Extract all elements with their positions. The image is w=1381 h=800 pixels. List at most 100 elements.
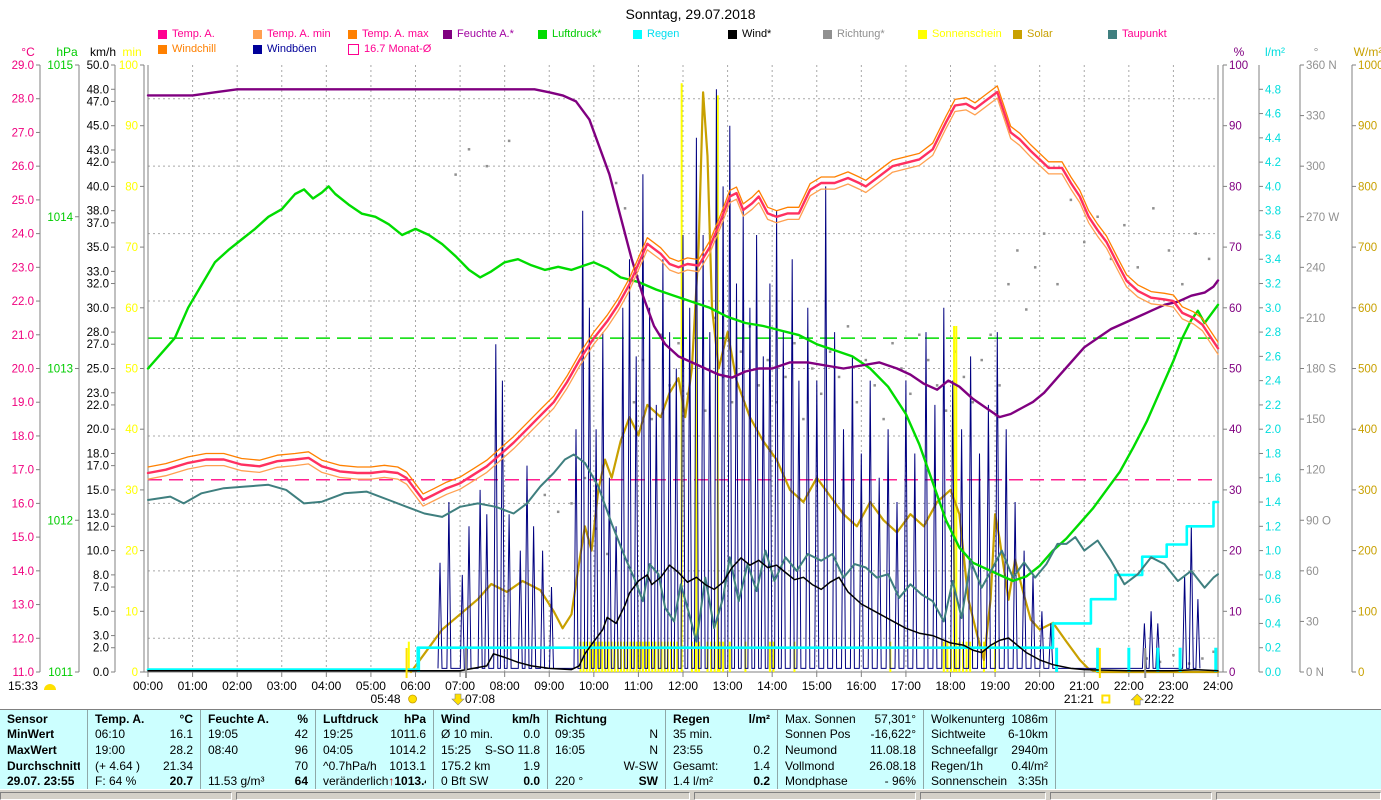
cell-label: 16:05 xyxy=(555,742,586,757)
marker-time: 07:08 xyxy=(465,692,495,706)
table-row: Neumond 11.08.18 xyxy=(785,742,916,758)
column-title: Feuchte A. xyxy=(208,711,269,726)
axis-unit-temp: °C xyxy=(21,45,35,59)
svg-text:10: 10 xyxy=(1229,606,1242,618)
table-row: 35 min. xyxy=(673,727,770,743)
axis-unit-deg: ° xyxy=(1314,45,1319,59)
status-bar-segment xyxy=(0,792,232,800)
svg-text:29.0: 29.0 xyxy=(12,60,34,72)
cell-label: 19:25 xyxy=(323,727,354,742)
table-header: Richtung xyxy=(555,711,658,727)
svg-text:13.0: 13.0 xyxy=(87,509,109,521)
svg-text:30.0: 30.0 xyxy=(87,303,109,315)
table-row: 175.2 km 1.9 xyxy=(441,758,540,774)
table-row-label: 29.07. 23:55 xyxy=(7,774,75,789)
table-row: 08:40 96 xyxy=(208,742,308,758)
svg-text:270 W: 270 W xyxy=(1306,212,1339,224)
table-row-label: MinWert xyxy=(7,727,55,742)
svg-text:4.8: 4.8 xyxy=(1265,84,1281,96)
svg-text:11.0: 11.0 xyxy=(12,667,34,679)
axis-hpa: 1015 1014 1013 1012 1011 hPa xyxy=(47,45,80,679)
svg-text:16.0: 16.0 xyxy=(12,498,34,510)
table-filler xyxy=(1056,710,1381,789)
cell-value: 28.2 xyxy=(169,742,193,757)
sensor-statistics-table: Sensor MinWert MaxWert Durchschnitt 29.07. 2… xyxy=(0,709,1381,789)
x-tick-label: 15:00 xyxy=(802,679,832,693)
x-tick-label: 09:00 xyxy=(534,679,564,693)
cell-label: 04:05 xyxy=(323,742,354,757)
cell-value: 0.2 xyxy=(753,774,770,789)
svg-text:80: 80 xyxy=(1229,181,1242,193)
svg-text:3.4: 3.4 xyxy=(1265,254,1282,266)
axis-unit-kmh: km/h xyxy=(90,45,116,59)
x-tick-label: 01:00 xyxy=(178,679,208,693)
svg-text:1.0: 1.0 xyxy=(1265,546,1281,558)
table-row: 1.4 l/m² 0.2 xyxy=(673,773,770,789)
svg-text:7.0: 7.0 xyxy=(93,582,109,594)
svg-text:80: 80 xyxy=(125,181,138,193)
svg-text:70: 70 xyxy=(1229,242,1242,254)
table-row: 15:25 S-SO 11.8 xyxy=(441,742,540,758)
svg-text:40: 40 xyxy=(1229,424,1242,436)
table-row-label: Sensor xyxy=(7,711,48,726)
table-column-luftdruck: Luftdruck hPa 19:25 1011.6 04:05 1014.2 ^0.7hP… xyxy=(316,710,434,789)
svg-text:18.0: 18.0 xyxy=(12,431,34,443)
sun-square-icon xyxy=(1101,694,1111,704)
svg-text:42.0: 42.0 xyxy=(87,157,109,169)
svg-text:240: 240 xyxy=(1306,262,1325,274)
svg-text:40.0: 40.0 xyxy=(87,181,109,193)
svg-text:20.0: 20.0 xyxy=(12,364,34,376)
svg-text:22.0: 22.0 xyxy=(12,296,34,308)
axis-deg: 360 N 330 300 270 W 240 210 180 S 150 120 90 O 60 3… xyxy=(1299,45,1339,679)
table-row: 0 Bft SW 0.0 xyxy=(441,773,540,789)
arrow-up-icon xyxy=(1130,693,1144,706)
svg-text:13.0: 13.0 xyxy=(12,600,34,612)
axis-kmh: 50.0 48.047.0 45.0 43.042.0 40.0 38.037.0 35.0… xyxy=(87,45,116,679)
svg-text:0.8: 0.8 xyxy=(1265,570,1281,582)
column-unit: hPa xyxy=(403,711,426,726)
svg-text:90: 90 xyxy=(1229,121,1242,133)
x-tick-label: 04:00 xyxy=(311,679,341,693)
svg-text:50: 50 xyxy=(125,364,138,376)
x-tick-label: 02:00 xyxy=(222,679,252,693)
cell-label: 175.2 km xyxy=(441,758,491,773)
axis-pct: 1009080706050403020100% xyxy=(1222,45,1248,679)
svg-text:3.8: 3.8 xyxy=(1265,206,1281,218)
cell-value: N xyxy=(649,727,658,742)
column-unit: km/h xyxy=(511,711,540,726)
svg-text:0 N: 0 N xyxy=(1306,667,1324,679)
cell-value: S-SO 11.8 xyxy=(484,742,540,757)
cell-label: 23:55 xyxy=(673,742,704,757)
cell-label: 08:40 xyxy=(208,742,239,757)
svg-text:500: 500 xyxy=(1358,364,1377,376)
cell-value: W-SW xyxy=(623,758,658,773)
cell-label: Sonnen Pos xyxy=(785,727,851,742)
axis-min: 1009080706050403020100min xyxy=(119,45,145,679)
cell-label: Wolkenunterg xyxy=(931,711,1005,726)
cell-value: 6-10km xyxy=(1007,727,1048,742)
svg-text:30: 30 xyxy=(1306,616,1319,628)
x-tick-label: 13:00 xyxy=(713,679,743,693)
table-row: veränderlich↑1013.4 xyxy=(323,773,426,789)
x-tick-label: 10:00 xyxy=(579,679,609,693)
svg-text:20: 20 xyxy=(1229,546,1242,558)
cell-label: 11.53 g/m³ xyxy=(208,774,265,789)
cell-label: 0 Bft SW xyxy=(441,774,489,789)
svg-text:0: 0 xyxy=(1358,667,1364,679)
svg-text:210: 210 xyxy=(1306,313,1325,325)
svg-text:43.0: 43.0 xyxy=(87,145,109,157)
svg-text:0: 0 xyxy=(1229,667,1235,679)
weather-chart: 29.028.027.026.025.024.023.022.021.020.0… xyxy=(8,45,1381,706)
table-header: Luftdruck hPa xyxy=(323,711,426,727)
table-row: 16:05 N xyxy=(555,742,658,758)
axis-unit-hpa: hPa xyxy=(56,45,78,59)
cell-value: ↑1013.4 xyxy=(388,774,426,789)
column-unit: °C xyxy=(179,711,193,726)
x-axis: 00:00 01:00 02:00 03:00 04:00 05:00 06:00 07:00… xyxy=(133,671,1233,693)
column-title: Regen xyxy=(673,711,710,726)
cell-label: Regen/1h xyxy=(931,758,984,773)
svg-text:15.0: 15.0 xyxy=(87,485,109,497)
table-header: Wind km/h xyxy=(441,711,540,727)
cell-value: 26.08.18 xyxy=(869,758,916,773)
cell-value: 64 xyxy=(294,774,308,789)
